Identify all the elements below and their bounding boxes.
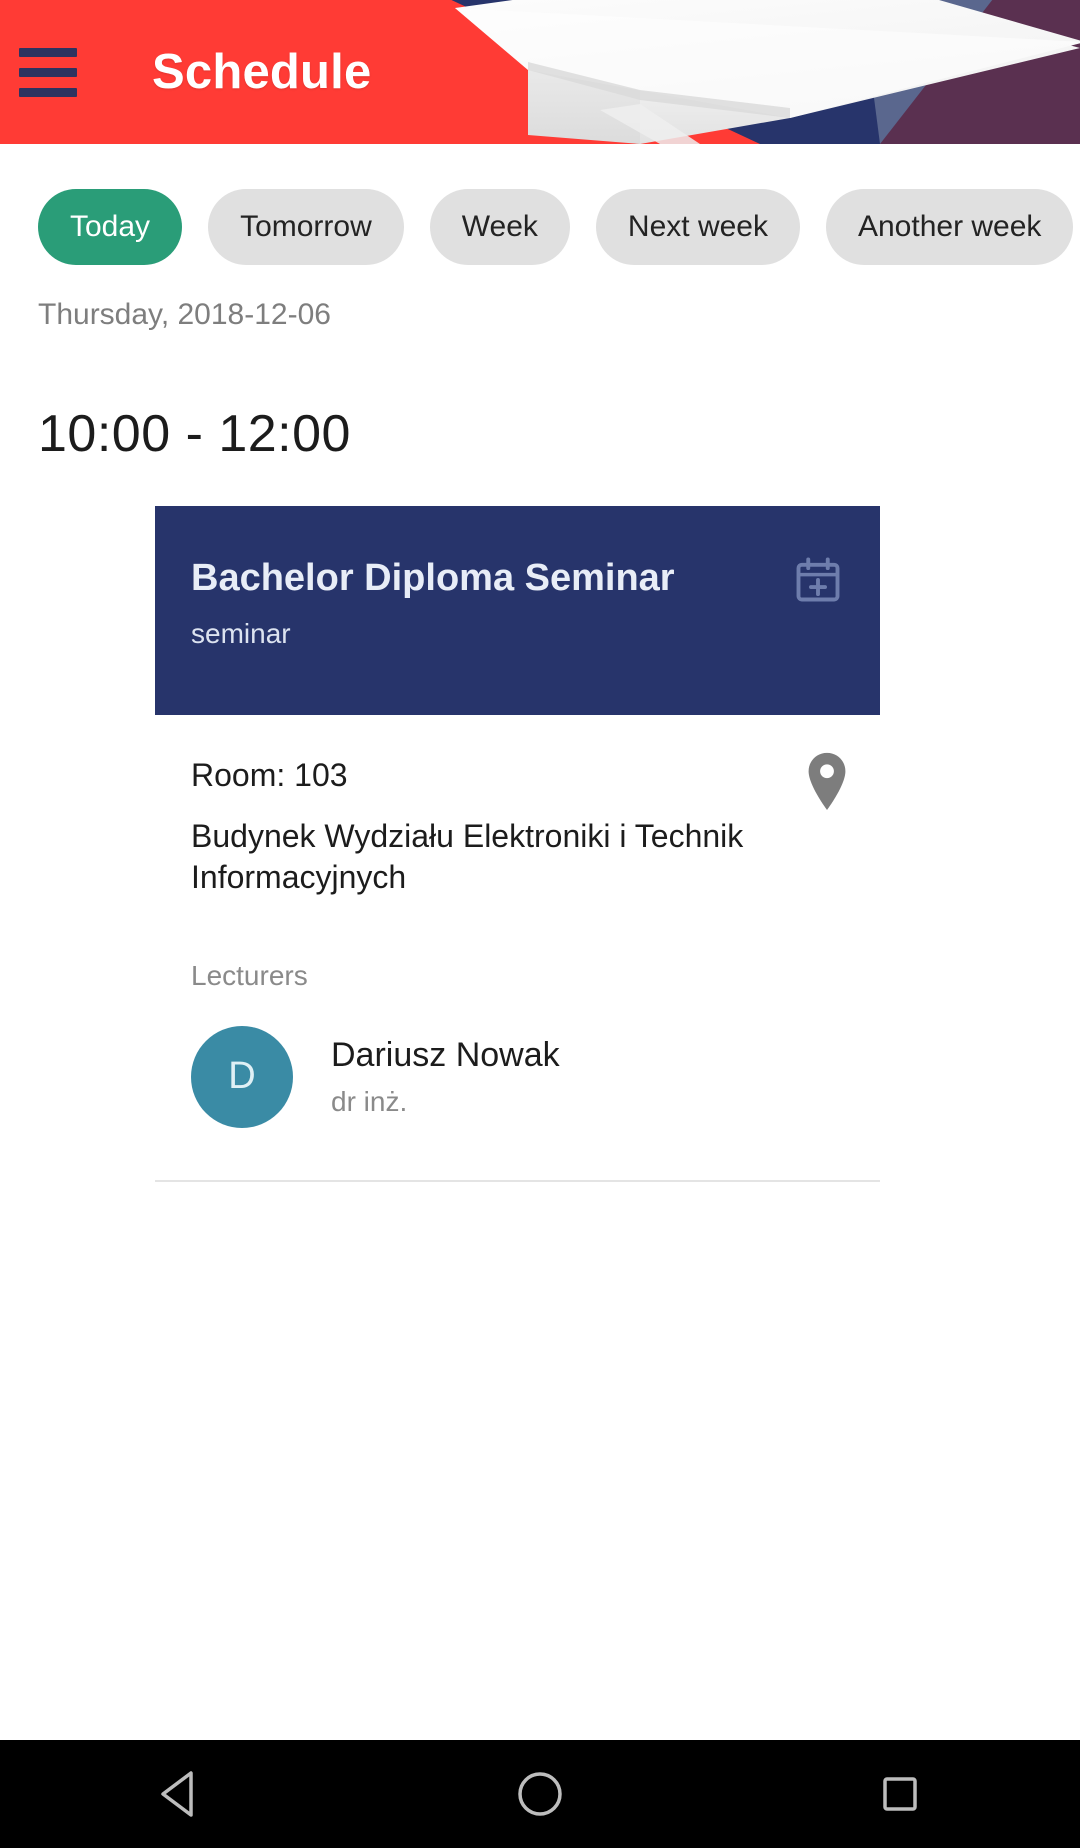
map-pin-icon[interactable] bbox=[804, 751, 850, 813]
event-location: Room: 103 Budynek Wydziału Elektroniki i… bbox=[155, 715, 880, 898]
lecturer-title: dr inż. bbox=[331, 1086, 408, 1118]
lecturer-row[interactable]: D Dariusz Nowak dr inż. bbox=[191, 1025, 844, 1128]
back-button[interactable] bbox=[90, 1740, 270, 1848]
home-circle-icon bbox=[518, 1772, 562, 1816]
chip-next-week-label: Next week bbox=[627, 210, 768, 243]
calendar-add-icon[interactable] bbox=[792, 554, 844, 606]
chip-today[interactable]: Today bbox=[38, 189, 183, 265]
chip-tomorrow-label: Tomorrow bbox=[240, 210, 372, 243]
selected-date-label: Thursday, 2018-12-06 bbox=[38, 298, 331, 331]
event-building: Budynek Wydziału Elektroniki i Technik I… bbox=[191, 817, 744, 895]
recents-button[interactable] bbox=[810, 1740, 990, 1848]
hamburger-menu-icon[interactable] bbox=[0, 0, 96, 144]
chip-week[interactable]: Week bbox=[429, 189, 570, 265]
avatar: D bbox=[191, 1025, 293, 1128]
chip-another-week-label: Another week bbox=[857, 210, 1042, 243]
lecturer-name: Dariusz Nowak bbox=[331, 1036, 560, 1075]
android-navigation-bar bbox=[0, 1740, 1080, 1848]
app-bar-content: Schedule bbox=[0, 0, 371, 144]
event-title: Bachelor Diploma Seminar bbox=[191, 557, 675, 599]
menu-bar-3 bbox=[19, 87, 77, 97]
event-entry: Bachelor Diploma Seminar seminar Room: 1… bbox=[155, 506, 880, 1182]
recents-square-icon bbox=[883, 1777, 917, 1811]
app-bar: Schedule bbox=[0, 0, 1080, 144]
back-triangle-icon bbox=[161, 1771, 193, 1817]
event-room: Room: 103 bbox=[191, 757, 348, 793]
date-range-filter-chips: Today Tomorrow Week Next week Another we… bbox=[0, 144, 1080, 272]
home-button[interactable] bbox=[450, 1740, 630, 1848]
lecturer-details: Dariusz Nowak dr inż. bbox=[331, 1035, 560, 1118]
event-card[interactable]: Bachelor Diploma Seminar seminar bbox=[155, 506, 880, 715]
chip-today-label: Today bbox=[70, 210, 151, 243]
page-title: Schedule bbox=[152, 45, 372, 99]
chip-tomorrow[interactable]: Tomorrow bbox=[208, 189, 404, 265]
chip-week-label: Week bbox=[461, 210, 538, 243]
event-lecturers: Lecturers D Dariusz Nowak dr inż. bbox=[155, 898, 880, 1128]
chip-next-week[interactable]: Next week bbox=[595, 189, 800, 265]
event-time-heading: 10:00 - 12:00 bbox=[38, 405, 351, 463]
chip-another-week[interactable]: Another week bbox=[825, 189, 1074, 265]
menu-bar-1 bbox=[19, 47, 77, 57]
event-type-label: seminar bbox=[191, 617, 291, 649]
event-divider bbox=[155, 1179, 880, 1182]
avatar-initial: D bbox=[228, 1055, 256, 1098]
menu-bar-2 bbox=[19, 67, 77, 77]
lecturers-label: Lecturers bbox=[191, 959, 308, 991]
